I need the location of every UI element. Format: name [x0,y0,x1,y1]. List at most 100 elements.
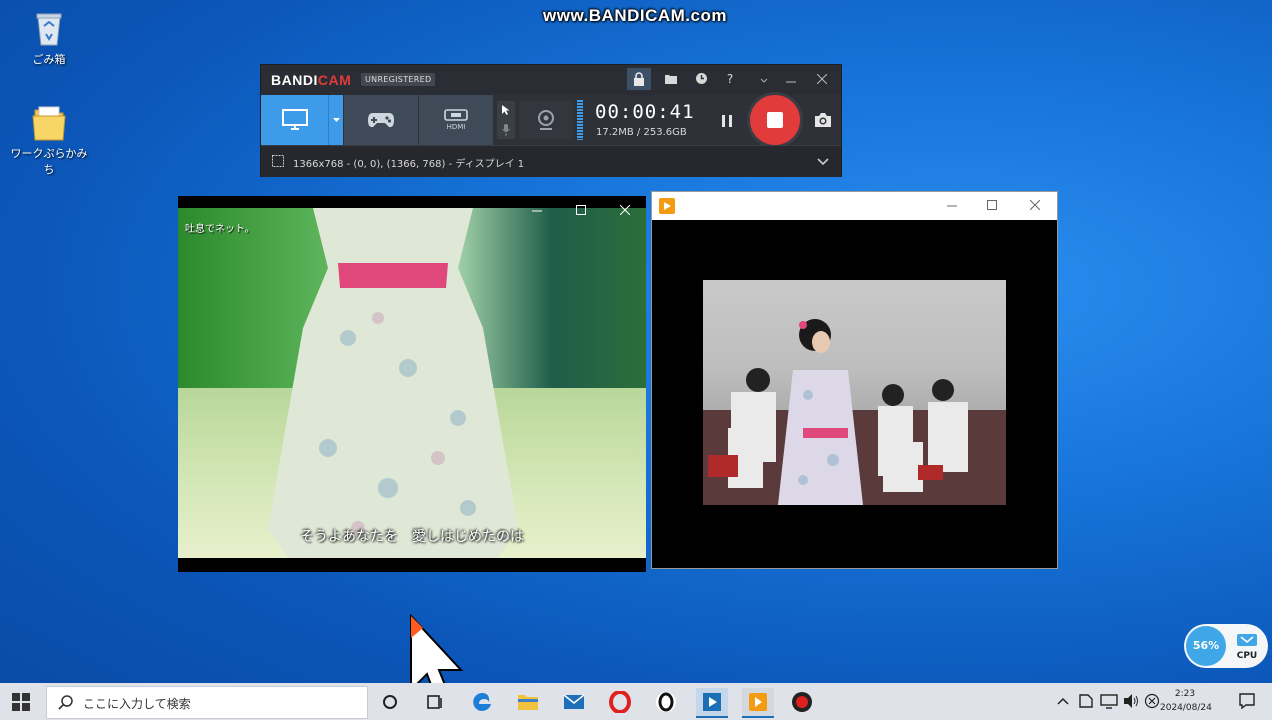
screenshot-button[interactable] [812,110,834,132]
start-button[interactable] [10,691,32,713]
taskbar-search-box[interactable]: ここに入力して検索 [46,686,368,719]
desktop-icon-recycle-bin[interactable]: ごみ箱 [9,8,89,67]
hdmi-device-icon [444,109,468,121]
hdmi-label: HDMI [446,123,466,131]
clock-icon [695,73,707,84]
gamepad-icon [368,113,394,128]
taskbar: ここに入力して検索 2:23 2024/08/24 [0,683,1272,720]
opera-icon [609,691,631,713]
taskbar-app-opera[interactable] [606,688,634,716]
unregistered-badge: UNREGISTERED [361,73,436,86]
recording-area-bar[interactable]: 1366x768 - (0, 0), (1366, 768) - ディスプレイ … [261,145,841,177]
taskbar-app-opera-gx[interactable] [652,688,680,716]
vlc-icon [749,693,767,711]
taskbar-app-media-player[interactable] [696,688,728,718]
folder-icon [29,102,69,142]
media-player-icon [703,693,721,711]
cpu-icon [1237,634,1257,646]
close-button[interactable] [608,198,642,224]
stop-record-button[interactable] [747,92,803,148]
cpu-meter-widget[interactable]: 56% CPU [1184,624,1268,668]
close-icon [816,73,828,85]
explorer-icon [518,695,538,710]
cpu-label: CPU [1236,651,1258,661]
window-titlebar[interactable] [652,192,1057,220]
recording-timer: 00:00:41 [595,101,695,123]
desktop-icon-label: ワークぷらかみち [10,147,88,176]
maximize-icon [987,200,997,210]
audio-level-meter [577,100,587,140]
pause-icon [722,115,732,127]
screen-mode-dropdown[interactable] [328,95,343,145]
cortana-button[interactable] [376,688,404,716]
bandicam-window: BANDICAM UNREGISTERED ? HDMI 00:00:41 17… [260,64,842,177]
taskbar-app-edge[interactable] [468,688,496,716]
minimize-icon [947,205,957,207]
maximize-button[interactable] [975,193,1009,219]
volume-icon[interactable] [1122,693,1140,709]
recycle-bin-icon [29,8,69,48]
camera-icon [815,113,831,127]
search-placeholder: ここに入力して検索 [83,697,191,711]
task-view-button[interactable] [422,688,450,716]
clock-time: 2:23 [1174,689,1196,699]
taskbar-app-bandicam[interactable] [788,688,816,716]
notification-icon[interactable] [1238,692,1256,710]
file-size-info: 17.2MB / 253.6GB [596,127,687,138]
cursor-icon[interactable] [501,104,511,116]
media-player-window-right[interactable] [651,191,1058,569]
cpu-chip: CPU [1234,632,1260,661]
taskbar-app-explorer[interactable] [514,688,542,716]
screen-record-mode-button[interactable] [261,95,328,145]
folder-icon [665,75,677,84]
folder-button[interactable] [659,68,683,90]
taskbar-app-vlc[interactable] [742,688,774,718]
select-area-icon [272,155,284,167]
schedule-button[interactable] [689,68,713,90]
taskbar-clock[interactable]: 2:23 2024/08/24 [1160,687,1212,715]
tray-app-icon[interactable] [1078,693,1094,709]
cpu-percent: 56% [1186,626,1226,666]
microphone-icon[interactable] [501,123,511,137]
minimize-icon [786,81,796,83]
minimize-button[interactable] [520,198,554,224]
cortana-icon [383,695,397,709]
video-player-window-left[interactable]: 吐息でネット。 そうよあなたを 愛しはじめたのは [178,196,646,572]
bandicam-watermark: www.BANDICAM.com [543,6,727,25]
device-record-mode-button[interactable]: HDMI [419,95,493,145]
bandicam-logo: BANDICAM [271,72,352,88]
taskbar-app-mail[interactable] [560,688,588,716]
webcam-button[interactable] [519,101,573,139]
desktop-icon-folder[interactable]: ワークぷらかみち [9,102,89,177]
minimize-button[interactable] [935,193,969,219]
minimize-button[interactable] [779,68,803,90]
edge-icon [473,693,491,711]
ime-status-icon[interactable] [1144,693,1160,709]
close-button[interactable] [1018,193,1052,219]
game-record-mode-button[interactable] [344,95,418,145]
performer-dress [268,208,518,558]
close-button[interactable] [810,68,834,90]
maximize-button[interactable] [564,198,598,224]
collapse-button[interactable] [752,68,776,90]
lock-icon [634,72,644,86]
video-caption-title: 吐息でネット。 [185,224,255,235]
chevron-down-icon[interactable] [817,158,829,166]
cursor-mic-toggles [497,101,515,139]
lock-button[interactable] [627,68,651,90]
pause-button[interactable] [716,110,738,132]
bandicam-titlebar: BANDICAM UNREGISTERED ? [261,65,841,95]
close-icon [1029,199,1041,211]
network-icon[interactable] [1100,693,1118,709]
chevron-up-icon[interactable] [1057,697,1069,705]
video-frame [178,208,646,558]
mail-icon [563,694,585,709]
recording-area-text: 1366x768 - (0, 0), (1366, 768) - ディスプレイ … [293,159,525,170]
chevron-down-icon [760,78,768,83]
opera-gx-icon [656,692,676,712]
video-frame [703,280,1006,505]
close-icon [619,204,631,216]
help-button[interactable]: ? [718,68,742,90]
task-view-icon [427,695,442,709]
webcam-icon [538,110,554,130]
